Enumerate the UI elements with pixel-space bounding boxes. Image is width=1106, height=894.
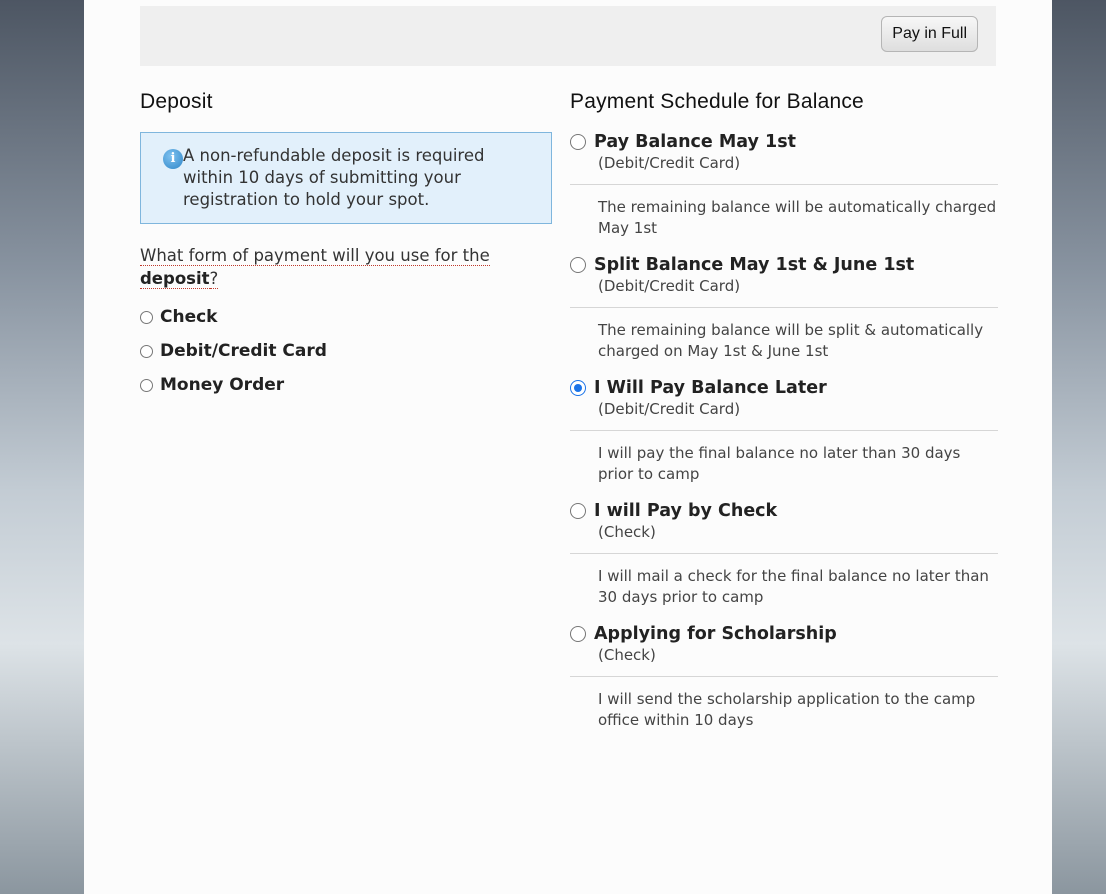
pay-in-full-button[interactable]: Pay in Full [881,16,978,52]
option-subtitle: (Check) [598,523,656,541]
deposit-info-box: i A non-refundable deposit is required w… [140,132,552,224]
info-icon: i [163,149,183,169]
option-title: Pay Balance May 1st [594,132,797,152]
option-title: I Will Pay Balance Later [594,378,827,398]
deposit-question-suffix: ? [209,269,219,289]
schedule-option-check[interactable]: I will Pay by Check (Check) I will mail … [570,501,998,624]
deposit-question-bold: deposit [140,269,210,289]
deposit-heading: Deposit [140,90,213,113]
option-title: Split Balance May 1st & June 1st [594,255,915,275]
option-subtitle: (Debit/Credit Card) [598,400,741,418]
background-right [1052,0,1106,894]
payment-panel: Pay in Full Deposit i A non-refundable d… [84,0,1052,894]
option-description: I will send the scholarship application … [570,676,998,747]
option-subtitle: (Check) [598,646,656,664]
deposit-option-label: Check [160,307,218,327]
radio-button[interactable] [570,134,586,150]
deposit-option-label: Debit/Credit Card [160,341,327,361]
background-left [0,0,84,894]
deposit-question: What form of payment will you use for th… [140,244,552,290]
radio-button-selected[interactable] [570,380,586,396]
option-description: I will mail a check for the final balanc… [570,553,998,624]
deposit-info-text: A non-refundable deposit is required wit… [183,146,485,209]
deposit-option-card[interactable]: Debit/Credit Card [140,334,552,368]
option-description: I will pay the final balance no later th… [570,430,998,501]
deposit-question-prefix: What form of payment will you use for th… [140,246,490,266]
schedule-option-scholarship[interactable]: Applying for Scholarship (Check) I will … [570,624,998,747]
deposit-option-label: Money Order [160,375,285,395]
schedule-option-may[interactable]: Pay Balance May 1st (Debit/Credit Card) … [570,132,998,255]
top-bar: Pay in Full [140,6,996,66]
option-description: The remaining balance will be split & au… [570,307,998,378]
radio-button[interactable] [140,310,153,324]
schedule-heading: Payment Schedule for Balance [570,90,864,113]
radio-button[interactable] [140,344,153,358]
deposit-options: Check Debit/Credit Card Money Order [140,300,552,402]
radio-button[interactable] [570,257,586,273]
radio-button[interactable] [140,378,153,392]
schedule-option-split[interactable]: Split Balance May 1st & June 1st (Debit/… [570,255,998,378]
deposit-section: Deposit i A non-refundable deposit is re… [140,90,552,402]
option-subtitle: (Debit/Credit Card) [598,154,741,172]
radio-button[interactable] [570,503,586,519]
radio-button[interactable] [570,626,586,642]
option-title: I will Pay by Check [594,501,778,521]
deposit-option-check[interactable]: Check [140,300,552,334]
option-description: The remaining balance will be automatica… [570,184,998,255]
schedule-option-later[interactable]: I Will Pay Balance Later (Debit/Credit C… [570,378,998,501]
deposit-option-money-order[interactable]: Money Order [140,368,552,402]
schedule-section: Payment Schedule for Balance Pay Balance… [570,90,998,747]
option-title: Applying for Scholarship [594,624,837,644]
option-subtitle: (Debit/Credit Card) [598,277,741,295]
